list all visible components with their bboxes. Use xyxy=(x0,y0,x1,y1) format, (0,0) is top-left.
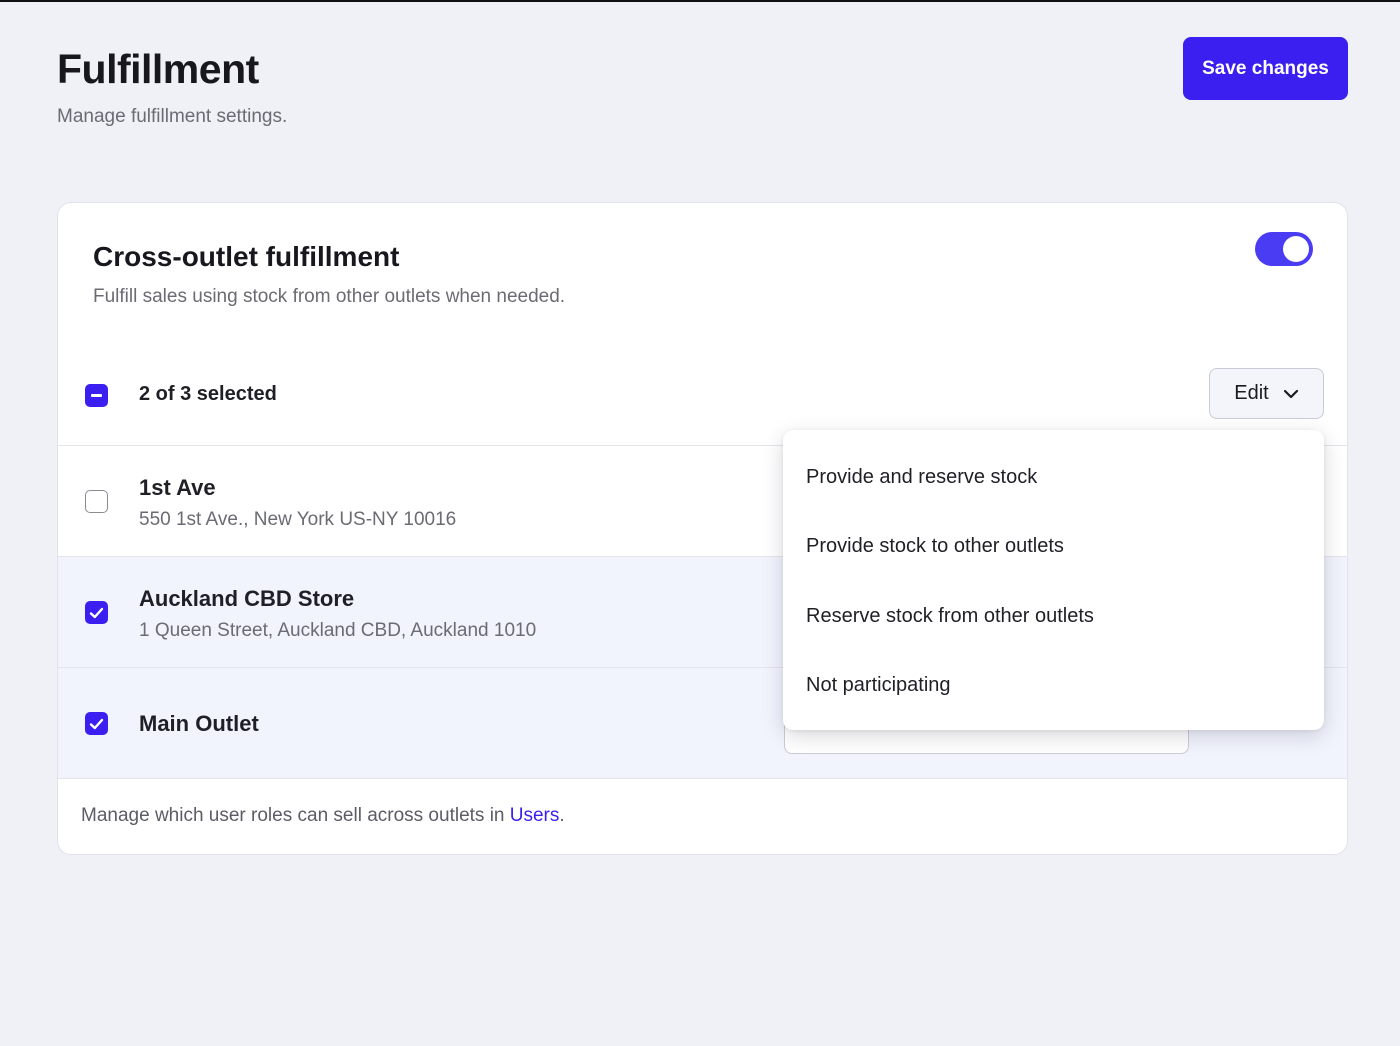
footer-suffix: . xyxy=(559,805,565,826)
check-icon xyxy=(89,718,104,729)
outlet-name: Auckland CBD Store xyxy=(139,586,355,611)
footer-note: Manage which user roles can sell across … xyxy=(81,805,565,827)
users-link[interactable]: Users xyxy=(510,805,560,826)
menu-item-provide-stock[interactable]: Provide stock to other outlets xyxy=(783,516,1324,576)
card-title: Cross-outlet fulfillment xyxy=(93,241,400,272)
selection-count: 2 of 3 selected xyxy=(139,383,277,405)
edit-dropdown-button[interactable]: Edit xyxy=(1209,368,1324,419)
outlet-checkbox[interactable] xyxy=(85,601,108,624)
footer-text: Manage which user roles can sell across … xyxy=(81,805,510,826)
page-title: Fulfillment xyxy=(57,46,259,92)
select-all-checkbox[interactable] xyxy=(85,384,108,407)
cross-outlet-toggle[interactable] xyxy=(1255,232,1313,266)
outlet-name: 1st Ave xyxy=(139,475,216,500)
chevron-down-icon xyxy=(1283,389,1298,398)
toggle-knob xyxy=(1283,236,1309,262)
outlet-checkbox[interactable] xyxy=(85,490,108,513)
minus-icon xyxy=(91,394,102,397)
menu-item-provide-and-reserve[interactable]: Provide and reserve stock xyxy=(783,447,1324,507)
top-divider xyxy=(0,0,1400,2)
fulfillment-options-menu: Provide and reserve stock Provide stock … xyxy=(783,430,1324,730)
menu-item-not-participating[interactable]: Not participating xyxy=(783,655,1324,715)
outlet-checkbox[interactable] xyxy=(85,712,108,735)
save-changes-button[interactable]: Save changes xyxy=(1183,37,1348,100)
menu-item-reserve-stock[interactable]: Reserve stock from other outlets xyxy=(783,586,1324,646)
card-description: Fulfill sales using stock from other out… xyxy=(93,286,566,307)
outlet-address: 1 Queen Street, Auckland CBD, Auckland 1… xyxy=(139,620,537,641)
page: Fulfillment Manage fulfillment settings.… xyxy=(0,0,1400,1046)
page-subtitle: Manage fulfillment settings. xyxy=(57,106,288,127)
outlet-name: Main Outlet xyxy=(139,711,259,736)
outlet-address: 550 1st Ave., New York US-NY 10016 xyxy=(139,509,457,530)
edit-label: Edit xyxy=(1234,382,1269,404)
check-icon xyxy=(89,607,104,618)
